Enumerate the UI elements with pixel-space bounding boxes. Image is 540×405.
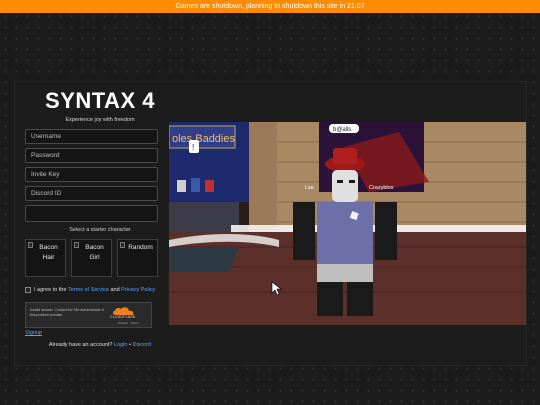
site-subtitle: Experience joy with freedom [65,117,135,123]
terms-agreement: I agree to the Terms of Service and Priv… [25,287,175,293]
discord-id-field[interactable] [25,186,158,201]
link-separator: • [129,342,131,348]
captcha-widget[interactable]: Invalid domain. Contact the Site Adminis… [25,302,152,328]
discord-link[interactable]: Discord [132,342,151,348]
game-screenshot: oles Baddies b@alls ! Lse Crazyblox [169,122,526,325]
captcha-error-message: Invalid domain. Contact the Site Adminis… [30,308,104,317]
wall-pillar [249,122,277,232]
player-left-name: Lse [305,185,314,191]
login-prompt: Already have an account? Login • Discord [25,342,175,348]
extra-field[interactable] [25,205,158,222]
character-option-bacon-hair[interactable]: Bacon Hair [25,239,66,277]
chat-bubble: ! [192,143,194,152]
character-option-bacon-girl[interactable]: Bacon Girl [71,239,112,277]
signup-button[interactable]: Signup [25,330,175,336]
starter-character-label: Select a starter character [69,227,131,233]
player-right-name: Crazyblox [369,185,394,191]
terms-checkbox[interactable] [25,287,31,293]
agree-prefix: I agree to the [34,287,67,293]
privacy-policy-link[interactable]: Privacy Policy [121,287,155,293]
password-field[interactable] [25,148,158,163]
captcha-links[interactable]: Privacy · Terms [118,321,139,325]
username-field[interactable] [25,129,158,144]
invite-key-field[interactable] [25,167,158,182]
shutdown-banner: Games are shutdown, planning to shutdown… [0,0,540,13]
sign-text: oles Baddies [172,133,235,145]
character-label: Bacon Hair [39,244,58,261]
already-text: Already have an account? [48,342,113,348]
character-label: Bacon Girl [85,244,104,261]
top-nametag: b@alls [333,127,351,133]
starter-character-list: Bacon Hair Bacon Girl Random [25,239,175,277]
character-option-random[interactable]: Random [117,239,158,277]
banner-text: Games are shutdown, planning to shutdown… [175,3,365,10]
agree-and: and [110,287,120,293]
signup-card: SYNTAX 4 Experience joy with freedom Sel… [14,81,527,366]
terms-of-service-link[interactable]: Terms of Service [68,287,109,293]
signup-form: SYNTAX 4 Experience joy with freedom Sel… [25,82,175,348]
captcha-provider: CLOUDFLARE [110,315,136,319]
site-title: SYNTAX 4 [45,88,155,113]
character-label: Random [128,244,153,251]
login-link[interactable]: Login [114,342,127,348]
